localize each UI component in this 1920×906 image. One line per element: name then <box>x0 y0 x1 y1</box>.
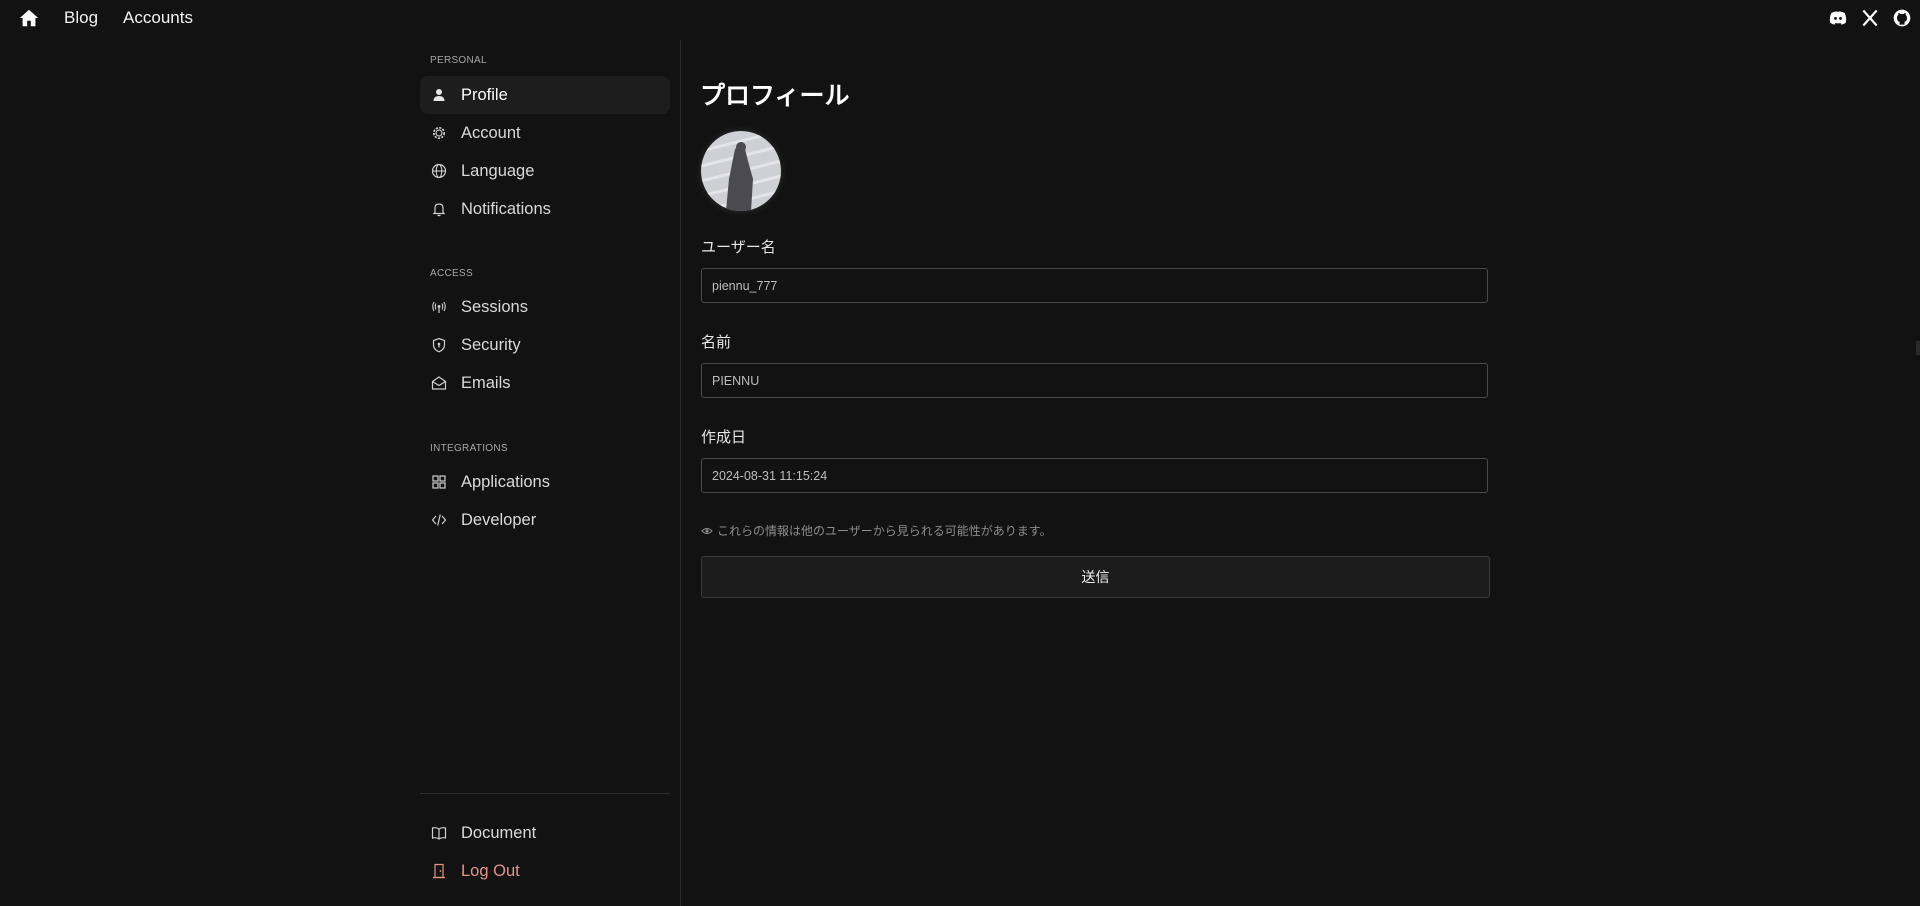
name-label: 名前 <box>701 334 732 351</box>
sidebar-item-label: Security <box>461 335 521 354</box>
sidebar-item-language[interactable]: Language <box>420 152 670 190</box>
eye-icon <box>701 525 713 537</box>
discord-icon[interactable] <box>1828 8 1848 28</box>
nav-link-blog[interactable]: Blog <box>64 7 98 29</box>
sidebar-item-developer[interactable]: Developer <box>420 501 670 539</box>
grid-icon <box>431 474 447 490</box>
top-nav-right <box>1816 8 1912 28</box>
vertical-divider <box>680 40 681 906</box>
sidebar-item-label: Applications <box>461 472 550 491</box>
sidebar-item-emails[interactable]: Emails <box>420 364 670 402</box>
sidebar-item-notifications[interactable]: Notifications <box>420 190 670 228</box>
broadcast-icon <box>431 299 447 315</box>
privacy-notice: これらの情報は他のユーザーから見られる可能性があります。 <box>701 522 1052 539</box>
shield-icon <box>431 337 447 353</box>
sidebar-item-account[interactable]: Account <box>420 114 670 152</box>
sidebar-item-label: Emails <box>461 373 511 392</box>
top-navigation-bar: Blog Accounts <box>0 0 1920 36</box>
home-icon[interactable] <box>18 7 40 29</box>
globe-icon <box>431 163 447 179</box>
sidebar-item-security[interactable]: Security <box>420 326 670 364</box>
sidebar-item-label: Sessions <box>461 297 528 316</box>
logout-icon <box>431 863 447 879</box>
gear-icon <box>431 125 447 141</box>
sidebar-item-document[interactable]: Document <box>420 814 670 852</box>
sidebar-item-label: Account <box>461 123 521 142</box>
sidebar-item-label: Developer <box>461 510 537 529</box>
section-title-integrations: INTEGRATIONS <box>430 443 508 454</box>
bell-icon <box>431 201 447 217</box>
logout-button[interactable]: Log Out <box>420 852 670 890</box>
x-icon[interactable] <box>1860 8 1880 28</box>
settings-sidebar: PERSONAL Profile Account Language Notifi… <box>420 40 670 906</box>
username-field[interactable] <box>701 268 1488 303</box>
github-icon[interactable] <box>1892 8 1912 28</box>
created-date-field[interactable] <box>701 458 1488 493</box>
sidebar-item-label: Document <box>461 823 537 842</box>
submit-button[interactable]: 送信 <box>701 556 1490 598</box>
sidebar-item-sessions[interactable]: Sessions <box>420 288 670 326</box>
user-icon <box>431 87 447 103</box>
sidebar-divider <box>420 793 670 794</box>
section-title-access: ACCESS <box>430 268 473 279</box>
name-field[interactable] <box>701 363 1488 398</box>
mail-icon <box>431 375 447 391</box>
page-title: プロフィール <box>700 82 850 110</box>
sidebar-item-label: Profile <box>461 85 508 104</box>
privacy-notice-text: これらの情報は他のユーザーから見られる可能性があります。 <box>717 524 1052 538</box>
scroll-indicator <box>1916 341 1920 355</box>
sidebar-item-label: Log Out <box>461 861 520 880</box>
sidebar-item-label: Notifications <box>461 199 551 218</box>
created-date-label: 作成日 <box>701 429 747 446</box>
sidebar-item-applications[interactable]: Applications <box>420 463 670 501</box>
username-label: ユーザー名 <box>701 239 776 256</box>
code-icon <box>431 512 447 528</box>
sidebar-item-label: Language <box>461 161 535 180</box>
section-title-personal: PERSONAL <box>430 55 487 66</box>
nav-link-accounts[interactable]: Accounts <box>123 7 193 29</box>
top-nav-left: Blog Accounts <box>18 7 218 29</box>
book-icon <box>431 825 447 841</box>
avatar[interactable] <box>701 131 781 211</box>
sidebar-item-profile[interactable]: Profile <box>420 76 670 114</box>
